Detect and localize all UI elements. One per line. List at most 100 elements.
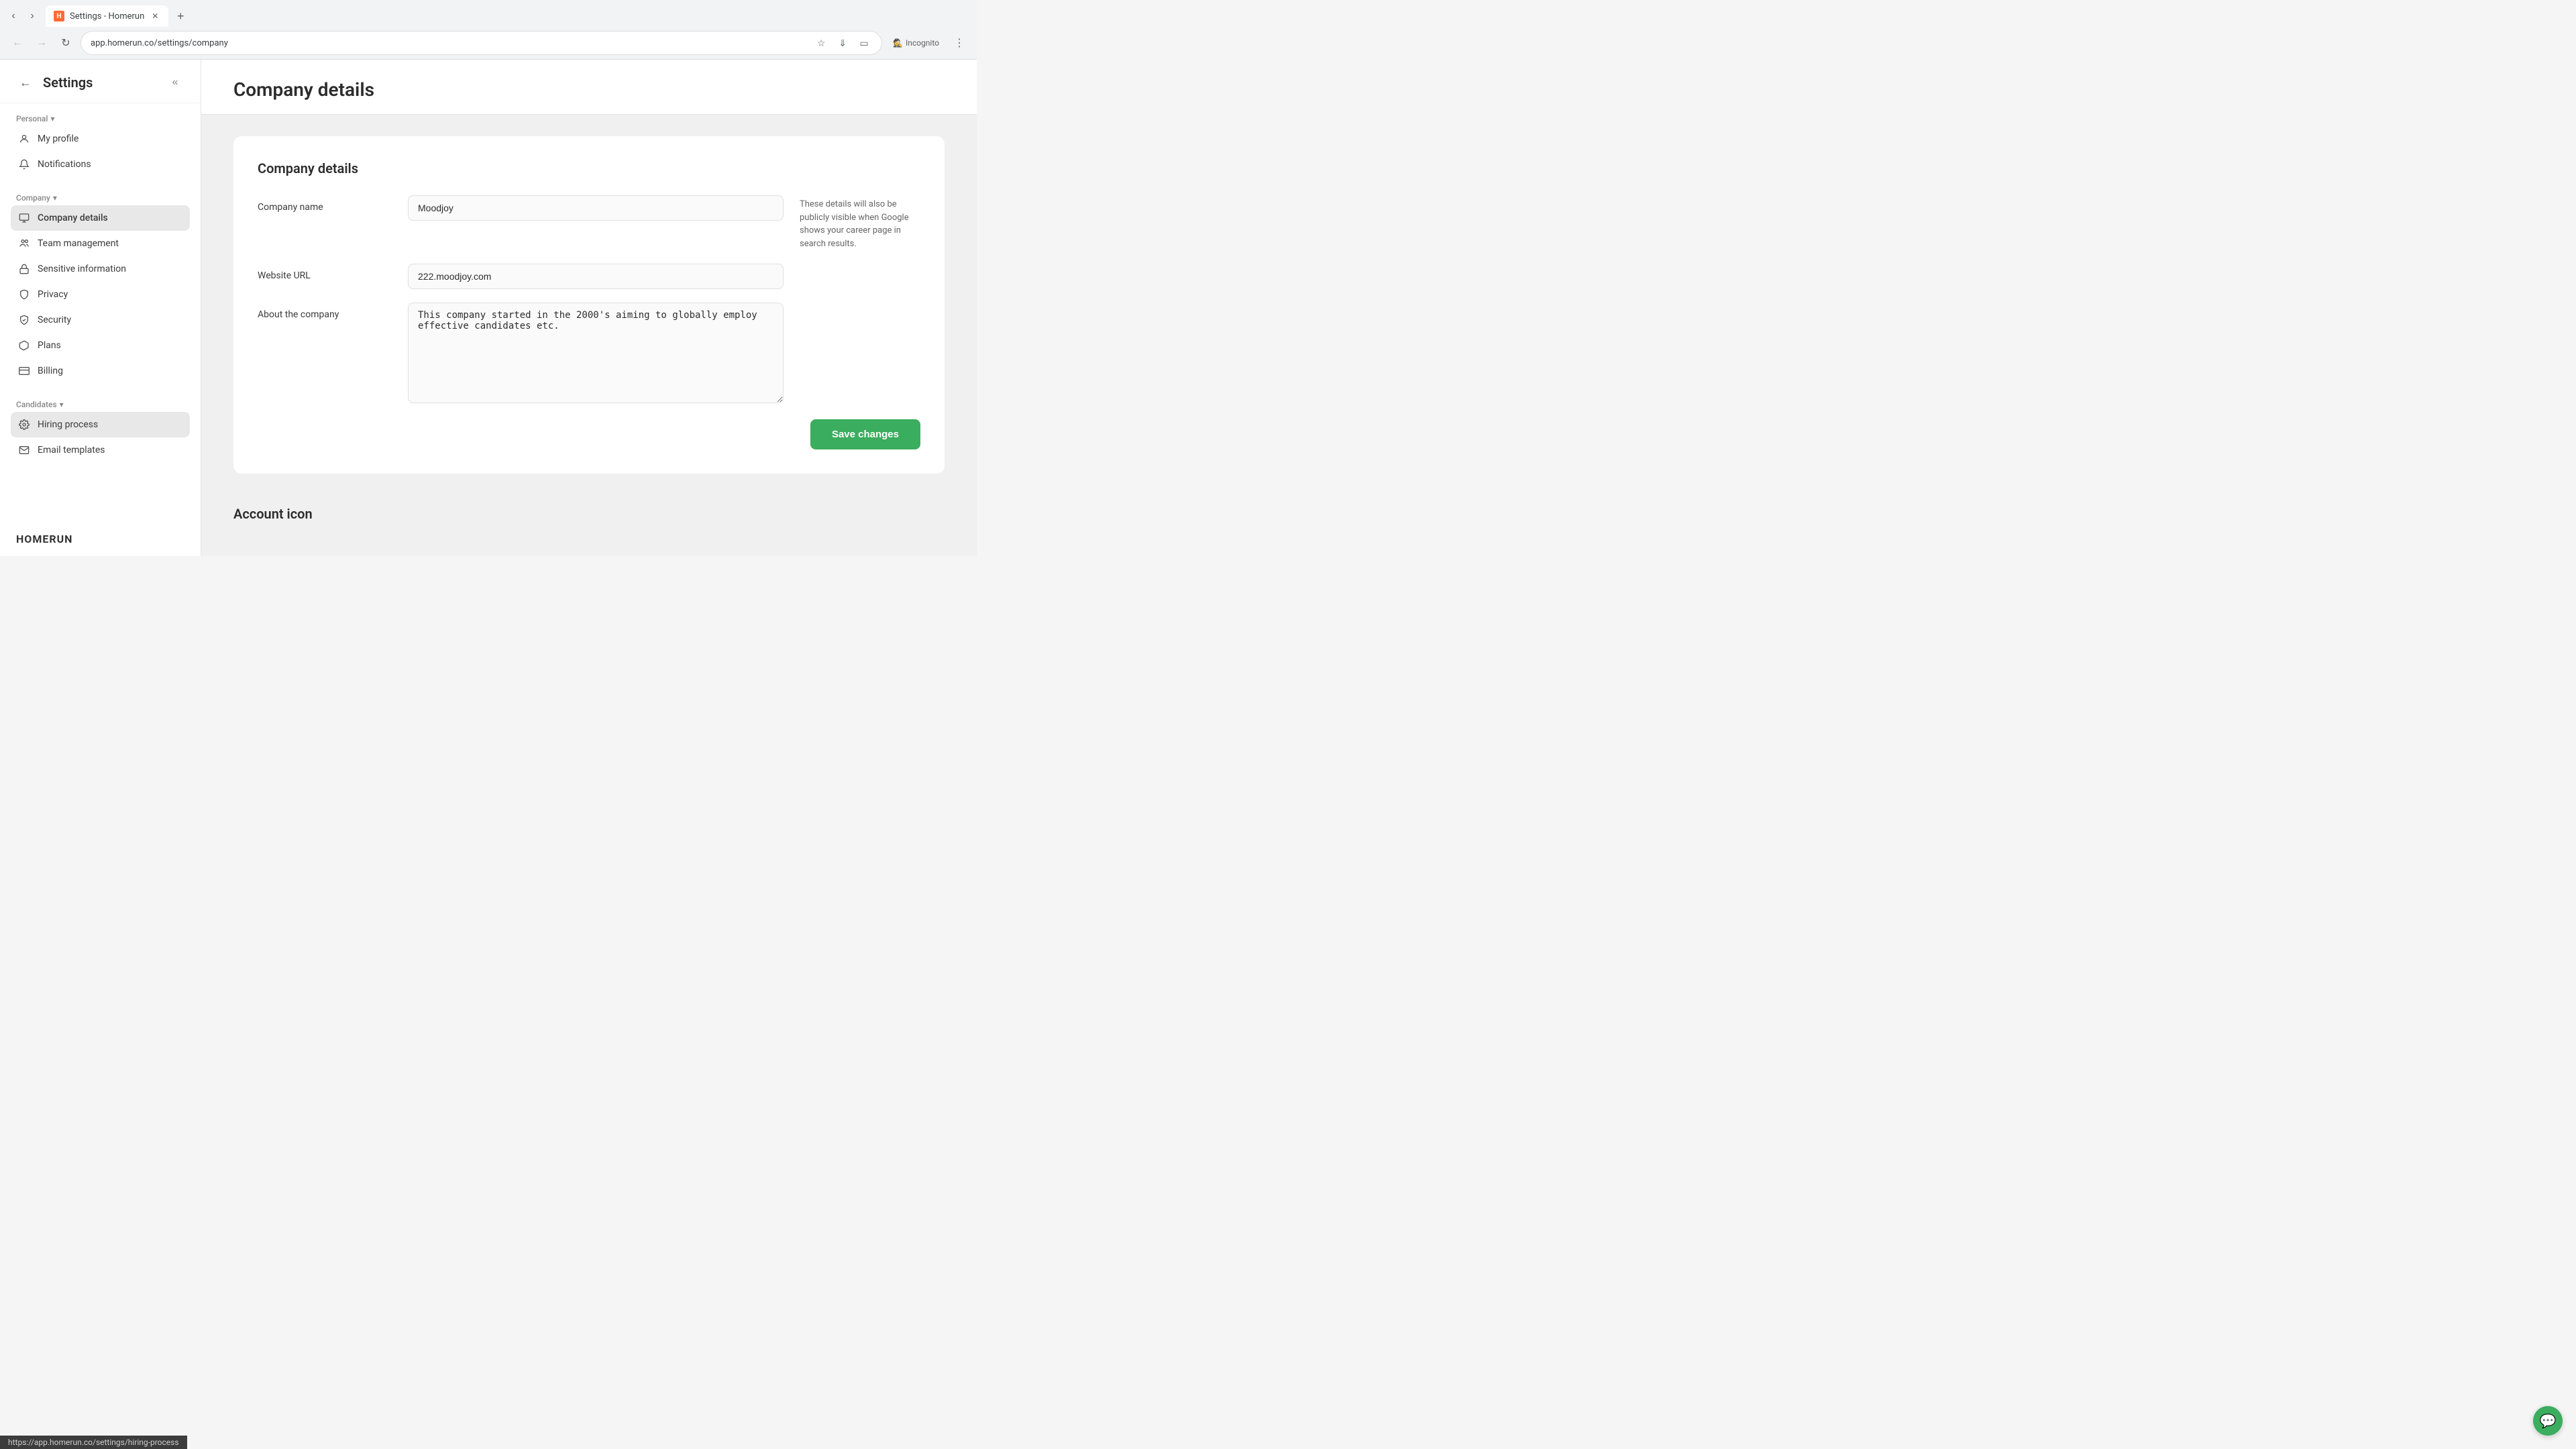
homerun-logo: HOMERUN: [16, 533, 72, 545]
sidebar-item-plans[interactable]: Plans: [11, 333, 190, 358]
save-btn-row: Save changes: [258, 419, 920, 449]
bookmark-icon[interactable]: ☆: [813, 35, 829, 51]
plans-icon: [17, 339, 31, 352]
forward-button[interactable]: →: [32, 34, 51, 52]
account-icon-section: Account icon: [233, 490, 945, 522]
sidebar-item-privacy[interactable]: Privacy: [11, 282, 190, 307]
sidebar-item-company-details[interactable]: Company details: [11, 205, 190, 231]
company-name-input[interactable]: [408, 195, 784, 221]
about-company-textarea[interactable]: This company started in the 2000's aimin…: [408, 303, 784, 403]
sidebar-item-label: Privacy: [38, 289, 68, 300]
company-details-card: Company details Company name These detai…: [233, 136, 945, 474]
menu-button[interactable]: ⋮: [950, 34, 969, 52]
card-title: Company details: [258, 160, 920, 176]
address-bar-row: ← → ↻ app.homerun.co/settings/company ☆ …: [0, 27, 977, 59]
sidebar-item-team-management[interactable]: Team management: [11, 231, 190, 256]
sidebar-item-label: Billing: [38, 366, 63, 376]
company-section: Company ▾ Company details Team managemen…: [0, 182, 201, 389]
split-screen-icon[interactable]: ▭: [856, 35, 872, 51]
about-company-input-area: This company started in the 2000's aimin…: [408, 303, 784, 406]
content-body: Company details Company name These detai…: [201, 115, 977, 543]
sidebar-footer: HOMERUN: [0, 522, 201, 556]
about-hint-spacer: [800, 303, 920, 305]
sidebar-item-label: Security: [38, 315, 71, 325]
tab-nav-forward[interactable]: ›: [24, 8, 40, 24]
address-bar[interactable]: app.homerun.co/settings/company ☆ ⇓ ▭: [80, 31, 882, 55]
company-name-input-area: [408, 195, 784, 221]
save-changes-button[interactable]: Save changes: [810, 419, 920, 449]
sidebar-title: Settings: [43, 74, 93, 91]
candidates-section: Candidates ▾ Hiring process Email templa…: [0, 389, 201, 468]
sidebar-item-hiring-process[interactable]: Hiring process: [11, 412, 190, 437]
chat-icon: 💬: [2540, 1413, 2557, 1429]
sidebar-item-billing[interactable]: Billing: [11, 358, 190, 384]
status-bar: https://app.homerun.co/settings/hiring-p…: [0, 1436, 187, 1449]
privacy-shield-icon: [17, 288, 31, 301]
company-section-label: Company ▾: [11, 193, 190, 203]
sidebar-item-label: Hiring process: [38, 419, 98, 430]
address-icons: ☆ ⇓ ▭: [813, 35, 872, 51]
address-text: app.homerun.co/settings/company: [91, 38, 808, 48]
envelope-icon: [17, 443, 31, 457]
website-url-input[interactable]: [408, 264, 784, 289]
incognito-icon: 🕵: [893, 38, 903, 48]
about-company-row: About the company This company started i…: [258, 303, 920, 406]
content-header: Company details: [201, 60, 977, 115]
sidebar-item-my-profile[interactable]: My profile: [11, 126, 190, 152]
tab-close-button[interactable]: ✕: [150, 11, 160, 21]
chat-bubble[interactable]: 💬: [2533, 1406, 2563, 1436]
download-icon[interactable]: ⇓: [835, 35, 851, 51]
status-url: https://app.homerun.co/settings/hiring-p…: [8, 1438, 179, 1447]
about-company-label: About the company: [258, 303, 392, 320]
sidebar-item-label: Plans: [38, 340, 61, 351]
lock-icon: [17, 262, 31, 276]
settings-back-button[interactable]: ←: [16, 73, 35, 92]
website-url-label: Website URL: [258, 264, 392, 281]
tab-favicon: H: [54, 11, 64, 21]
sidebar-item-notifications[interactable]: Notifications: [11, 152, 190, 177]
personal-section: Personal ▾ My profile Notifications: [0, 103, 201, 182]
candidates-dropdown-icon: ▾: [60, 400, 64, 409]
main-content: Company details Company details Company …: [201, 60, 977, 556]
sidebar-item-security[interactable]: Security: [11, 307, 190, 333]
sidebar-item-label: Team management: [38, 238, 119, 249]
tab-title: Settings - Homerun: [70, 11, 144, 21]
personal-section-label: Personal ▾: [11, 114, 190, 123]
sidebar-item-sensitive-information[interactable]: Sensitive information: [11, 256, 190, 282]
company-details-hint: These details will also be publicly visi…: [800, 195, 920, 250]
page-title: Company details: [233, 78, 945, 101]
tab-nav-back[interactable]: ‹: [5, 8, 21, 24]
account-icon-label: Account icon: [233, 490, 945, 522]
sidebar-item-label: Notifications: [38, 159, 91, 170]
sidebar-item-label: Company details: [38, 213, 108, 223]
app-layout: ← Settings « Personal ▾ My profile Not: [0, 60, 977, 556]
back-button[interactable]: ←: [8, 34, 27, 52]
candidates-section-label: Candidates ▾: [11, 400, 190, 409]
security-shield-icon: [17, 313, 31, 327]
sidebar-item-label: Email templates: [38, 445, 105, 455]
sidebar-title-area: ← Settings: [16, 73, 93, 92]
sidebar: ← Settings « Personal ▾ My profile Not: [0, 60, 201, 556]
new-tab-button[interactable]: +: [171, 7, 190, 25]
building-icon: [17, 211, 31, 225]
person-icon: [17, 132, 31, 146]
sidebar-item-label: My profile: [38, 133, 78, 144]
personal-dropdown-icon: ▾: [50, 114, 54, 123]
people-icon: [17, 237, 31, 250]
company-dropdown-icon: ▾: [53, 193, 57, 203]
incognito-label: Incognito: [906, 38, 939, 48]
browser-chrome: ‹ › H Settings - Homerun ✕ + ← → ↻ app.h…: [0, 0, 977, 60]
sidebar-item-label: Sensitive information: [38, 264, 126, 274]
reload-button[interactable]: ↻: [56, 34, 75, 52]
sidebar-header: ← Settings «: [0, 60, 201, 103]
bell-icon: [17, 158, 31, 171]
tab-bar: ‹ › H Settings - Homerun ✕ +: [0, 0, 977, 27]
browser-tab[interactable]: H Settings - Homerun ✕: [46, 5, 168, 27]
sidebar-collapse-button[interactable]: «: [166, 73, 184, 92]
sidebar-item-email-templates[interactable]: Email templates: [11, 437, 190, 463]
company-name-row: Company name These details will also be …: [258, 195, 920, 250]
incognito-badge: 🕵 Incognito: [888, 37, 945, 49]
website-url-row: Website URL: [258, 264, 920, 289]
tab-nav: ‹ ›: [5, 8, 40, 24]
website-url-input-area: [408, 264, 784, 289]
